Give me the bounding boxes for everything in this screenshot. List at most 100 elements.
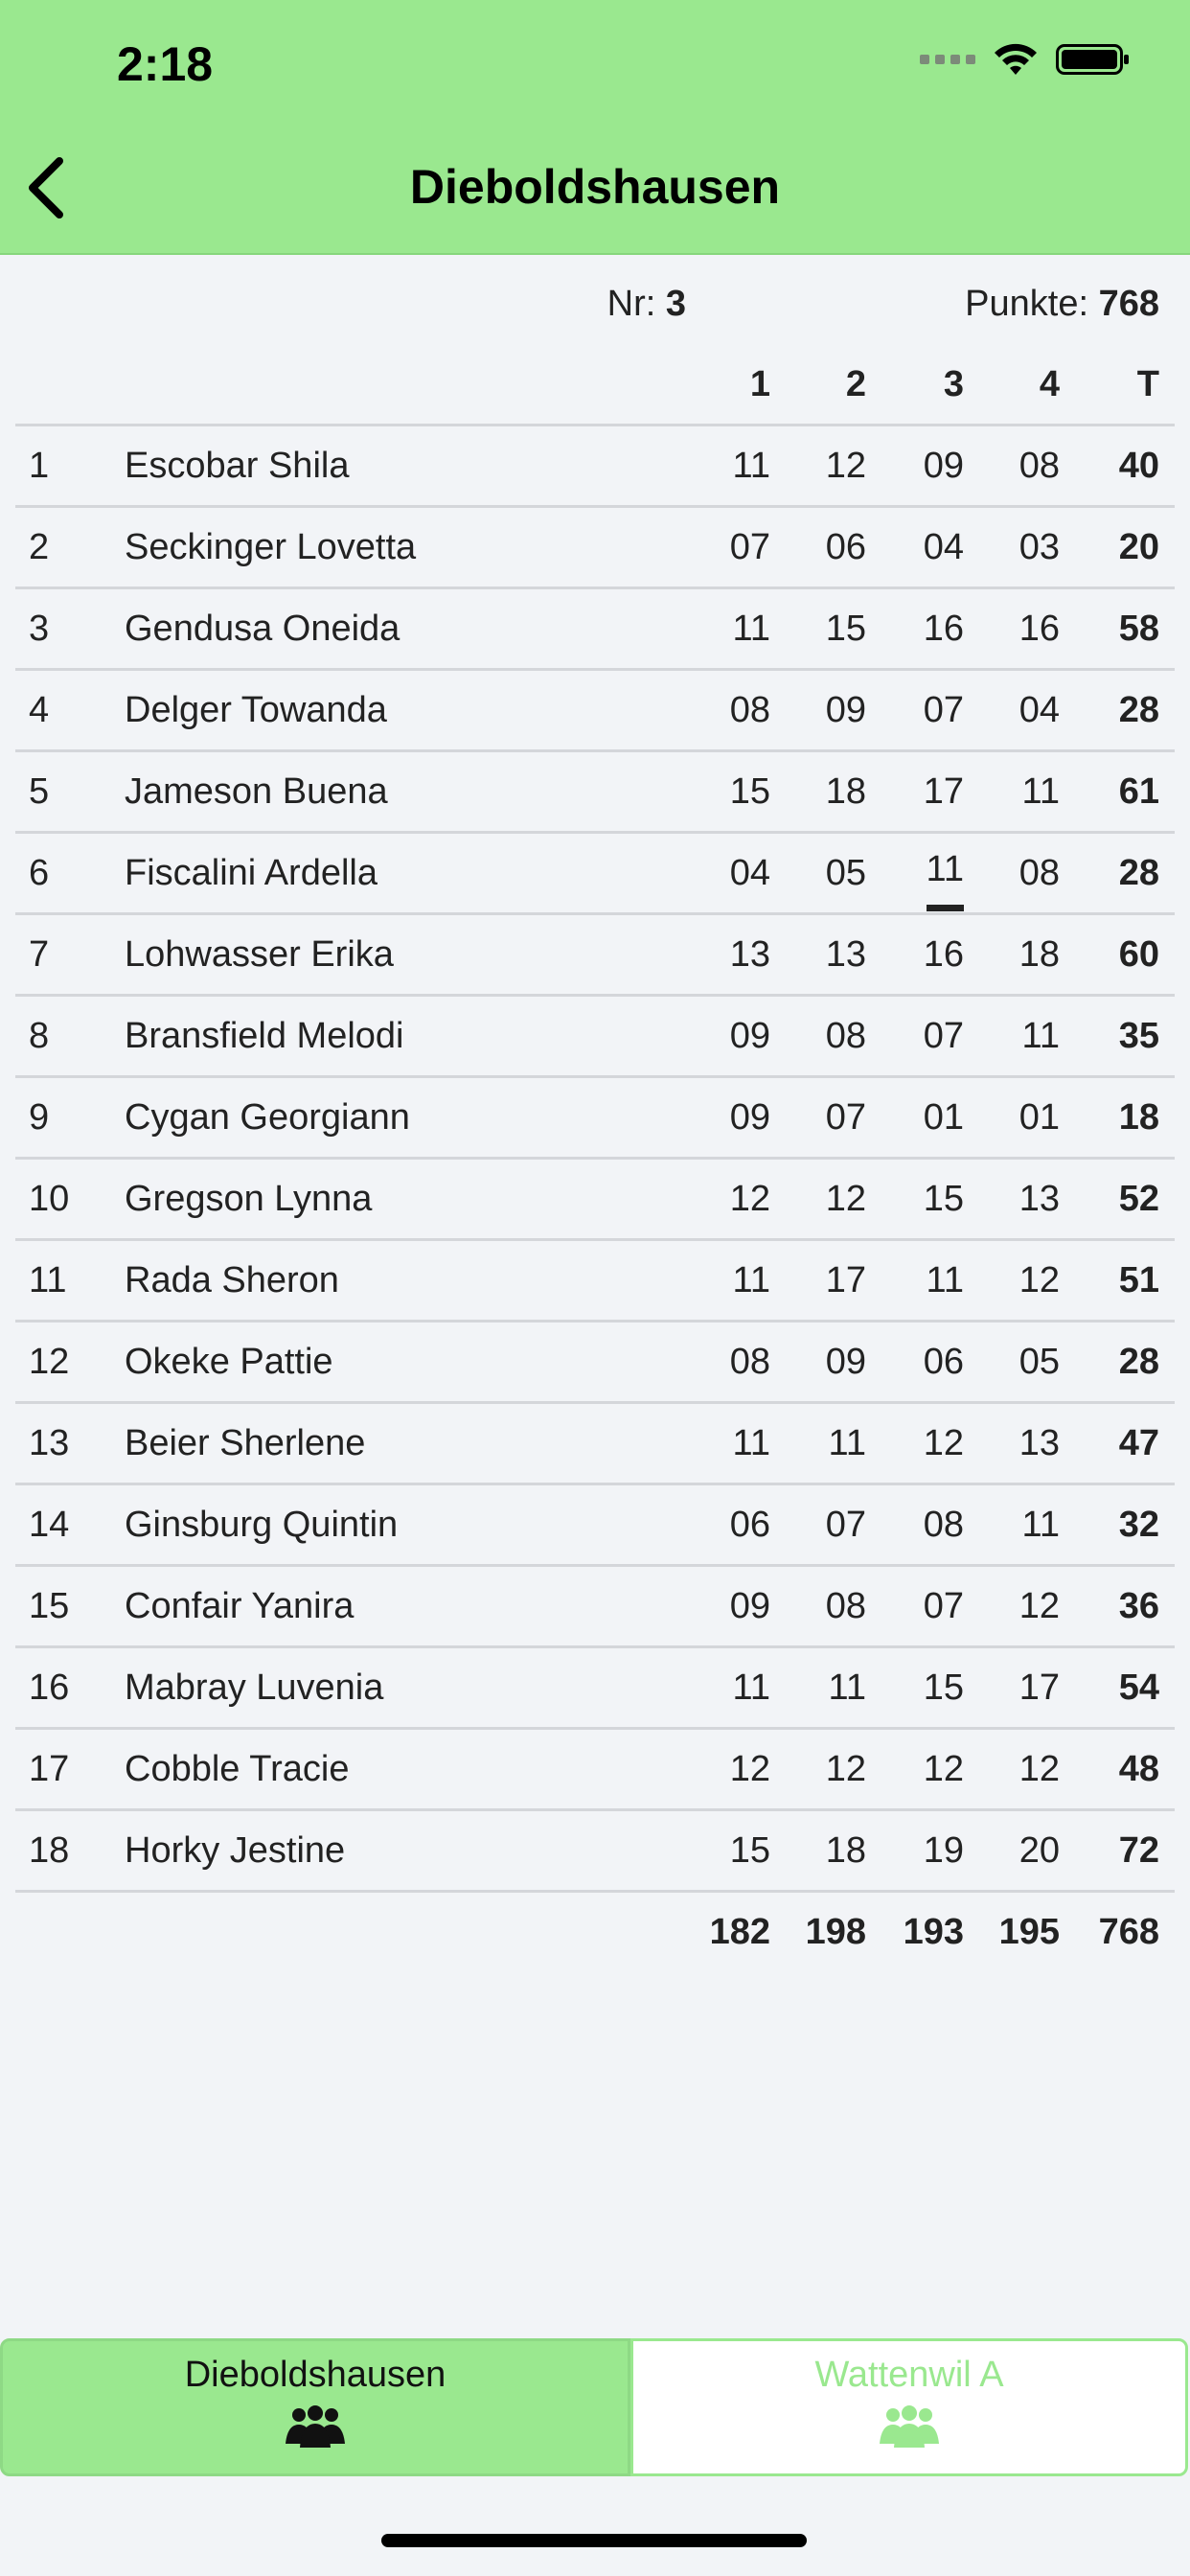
score-round-1: 15	[729, 771, 770, 812]
player-rank: 5	[29, 771, 50, 812]
player-name: Jameson Buena	[125, 771, 388, 812]
score-total: 52	[1118, 1179, 1159, 1219]
player-rank: 18	[29, 1830, 70, 1871]
score-round-4: 11	[1021, 771, 1060, 812]
player-rank: 4	[29, 690, 50, 730]
score-round-3: 11	[926, 834, 964, 911]
column-header-3: 3	[943, 364, 964, 404]
column-header-2: 2	[845, 364, 866, 404]
score-round-2: 07	[825, 1505, 866, 1545]
score-total: 58	[1118, 609, 1159, 649]
player-name: Bransfield Melodi	[125, 1016, 404, 1056]
score-round-3: 01	[923, 1097, 964, 1138]
status-icons	[920, 42, 1129, 77]
score-round-3: 12	[923, 1423, 964, 1463]
score-total: 18	[1118, 1097, 1159, 1138]
home-indicator	[381, 2534, 807, 2547]
score-round-4: 08	[1018, 446, 1060, 486]
score-total: 54	[1118, 1668, 1159, 1708]
score-round-2: 05	[825, 853, 866, 893]
score-round-2: 09	[825, 1342, 866, 1382]
player-rank: 17	[29, 1749, 70, 1789]
tab-wattenwil-a[interactable]: Wattenwil A	[630, 2338, 1188, 2476]
score-round-1: 06	[729, 1505, 770, 1545]
score-round-3: 06	[923, 1342, 964, 1382]
tab-label: Wattenwil A	[814, 2355, 1004, 2395]
score-round-3: 16	[923, 609, 964, 649]
score-round-1: 07	[729, 527, 770, 567]
score-round-1: 11	[732, 1260, 770, 1300]
player-rank: 6	[29, 853, 50, 893]
score-round-3: 07	[923, 1586, 964, 1626]
table-row[interactable]: 1 Escobar Shila 11 12 09 08 40	[15, 426, 1175, 508]
tab-bar: Dieboldshausen Wattenwil A	[0, 2338, 1190, 2476]
header: 2:18 Dieboldshausen	[0, 0, 1190, 255]
player-rank: 14	[29, 1505, 70, 1545]
score-round-2: 18	[825, 1830, 866, 1871]
table-row[interactable]: 13 Beier Sherlene 11 11 12 13 47	[15, 1404, 1175, 1485]
team-icon	[880, 2405, 939, 2448]
table-row[interactable]: 8 Bransfield Melodi 09 08 07 11 35	[15, 997, 1175, 1078]
table-row[interactable]: 12 Okeke Pattie 08 09 06 05 28	[15, 1322, 1175, 1404]
table-row[interactable]: 11 Rada Sheron 11 17 11 12 51	[15, 1241, 1175, 1322]
table-row[interactable]: 18 Horky Jestine 15 18 19 20 72	[15, 1811, 1175, 1893]
team-points-value: 768	[1098, 284, 1159, 324]
table-row[interactable]: 17 Cobble Tracie 12 12 12 12 48	[15, 1730, 1175, 1811]
table-row[interactable]: 9 Cygan Georgiann 09 07 01 01 18	[15, 1078, 1175, 1160]
score-total: 28	[1118, 853, 1159, 893]
team-icon	[286, 2405, 345, 2448]
score-round-2: 12	[825, 1749, 866, 1789]
score-round-4: 18	[1018, 934, 1060, 975]
team-number-value: 3	[665, 284, 686, 324]
player-rank: 3	[29, 609, 50, 649]
player-name: Ginsburg Quintin	[125, 1505, 399, 1545]
table-row[interactable]: 3 Gendusa Oneida 11 15 16 16 58	[15, 589, 1175, 671]
table-row[interactable]: 5 Jameson Buena 15 18 17 11 61	[15, 752, 1175, 834]
score-round-3: 12	[923, 1749, 964, 1789]
score-round-4: 11	[1021, 1505, 1060, 1545]
score-total: 51	[1118, 1260, 1159, 1300]
totals-row: 182 198 193 195 768	[15, 1893, 1175, 1971]
total-round-4: 195	[998, 1912, 1060, 1952]
total-overall: 768	[1098, 1912, 1159, 1952]
tab-dieboldshausen[interactable]: Dieboldshausen	[0, 2338, 630, 2476]
score-round-4: 11	[1021, 1016, 1060, 1056]
score-total: 36	[1118, 1586, 1159, 1626]
score-round-1: 11	[732, 1423, 770, 1463]
score-round-4: 20	[1018, 1830, 1060, 1871]
total-round-2: 198	[805, 1912, 866, 1952]
table-row[interactable]: 7 Lohwasser Erika 13 13 16 18 60	[15, 915, 1175, 997]
page-title: Dieboldshausen	[409, 160, 781, 214]
score-round-3: 15	[923, 1668, 964, 1708]
score-round-1: 09	[729, 1586, 770, 1626]
table-row[interactable]: 15 Confair Yanira 09 08 07 12 36	[15, 1567, 1175, 1648]
table-row[interactable]: 10 Gregson Lynna 12 12 15 13 52	[15, 1160, 1175, 1241]
score-round-4: 12	[1018, 1749, 1060, 1789]
player-rank: 7	[29, 934, 50, 975]
score-round-4: 13	[1018, 1179, 1060, 1219]
battery-icon	[1056, 44, 1129, 75]
player-name: Delger Towanda	[125, 690, 387, 730]
table-row[interactable]: 16 Mabray Luvenia 11 11 15 17 54	[15, 1648, 1175, 1730]
player-name: Confair Yanira	[125, 1586, 355, 1626]
score-round-2: 18	[825, 771, 866, 812]
table-row[interactable]: 4 Delger Towanda 08 09 07 04 28	[15, 671, 1175, 752]
player-name: Escobar Shila	[125, 446, 350, 486]
score-round-3: 17	[923, 771, 964, 812]
score-round-2: 15	[825, 609, 866, 649]
total-round-3: 193	[903, 1912, 964, 1952]
score-round-2: 12	[825, 446, 866, 486]
player-rank: 8	[29, 1016, 50, 1056]
score-round-1: 11	[732, 1668, 770, 1708]
score-round-2: 09	[825, 690, 866, 730]
table-row[interactable]: 6 Fiscalini Ardella 04 05 11 08 28	[15, 834, 1175, 915]
team-number: Nr: 3	[607, 284, 686, 325]
score-total: 40	[1118, 446, 1159, 486]
table-row[interactable]: 14 Ginsburg Quintin 06 07 08 11 32	[15, 1485, 1175, 1567]
score-round-1: 15	[729, 1830, 770, 1871]
tab-label: Dieboldshausen	[184, 2355, 446, 2395]
table-row[interactable]: 2 Seckinger Lovetta 07 06 04 03 20	[15, 508, 1175, 589]
score-round-4: 05	[1018, 1342, 1060, 1382]
score-round-4: 17	[1018, 1668, 1060, 1708]
column-header-total: T	[1136, 364, 1159, 404]
